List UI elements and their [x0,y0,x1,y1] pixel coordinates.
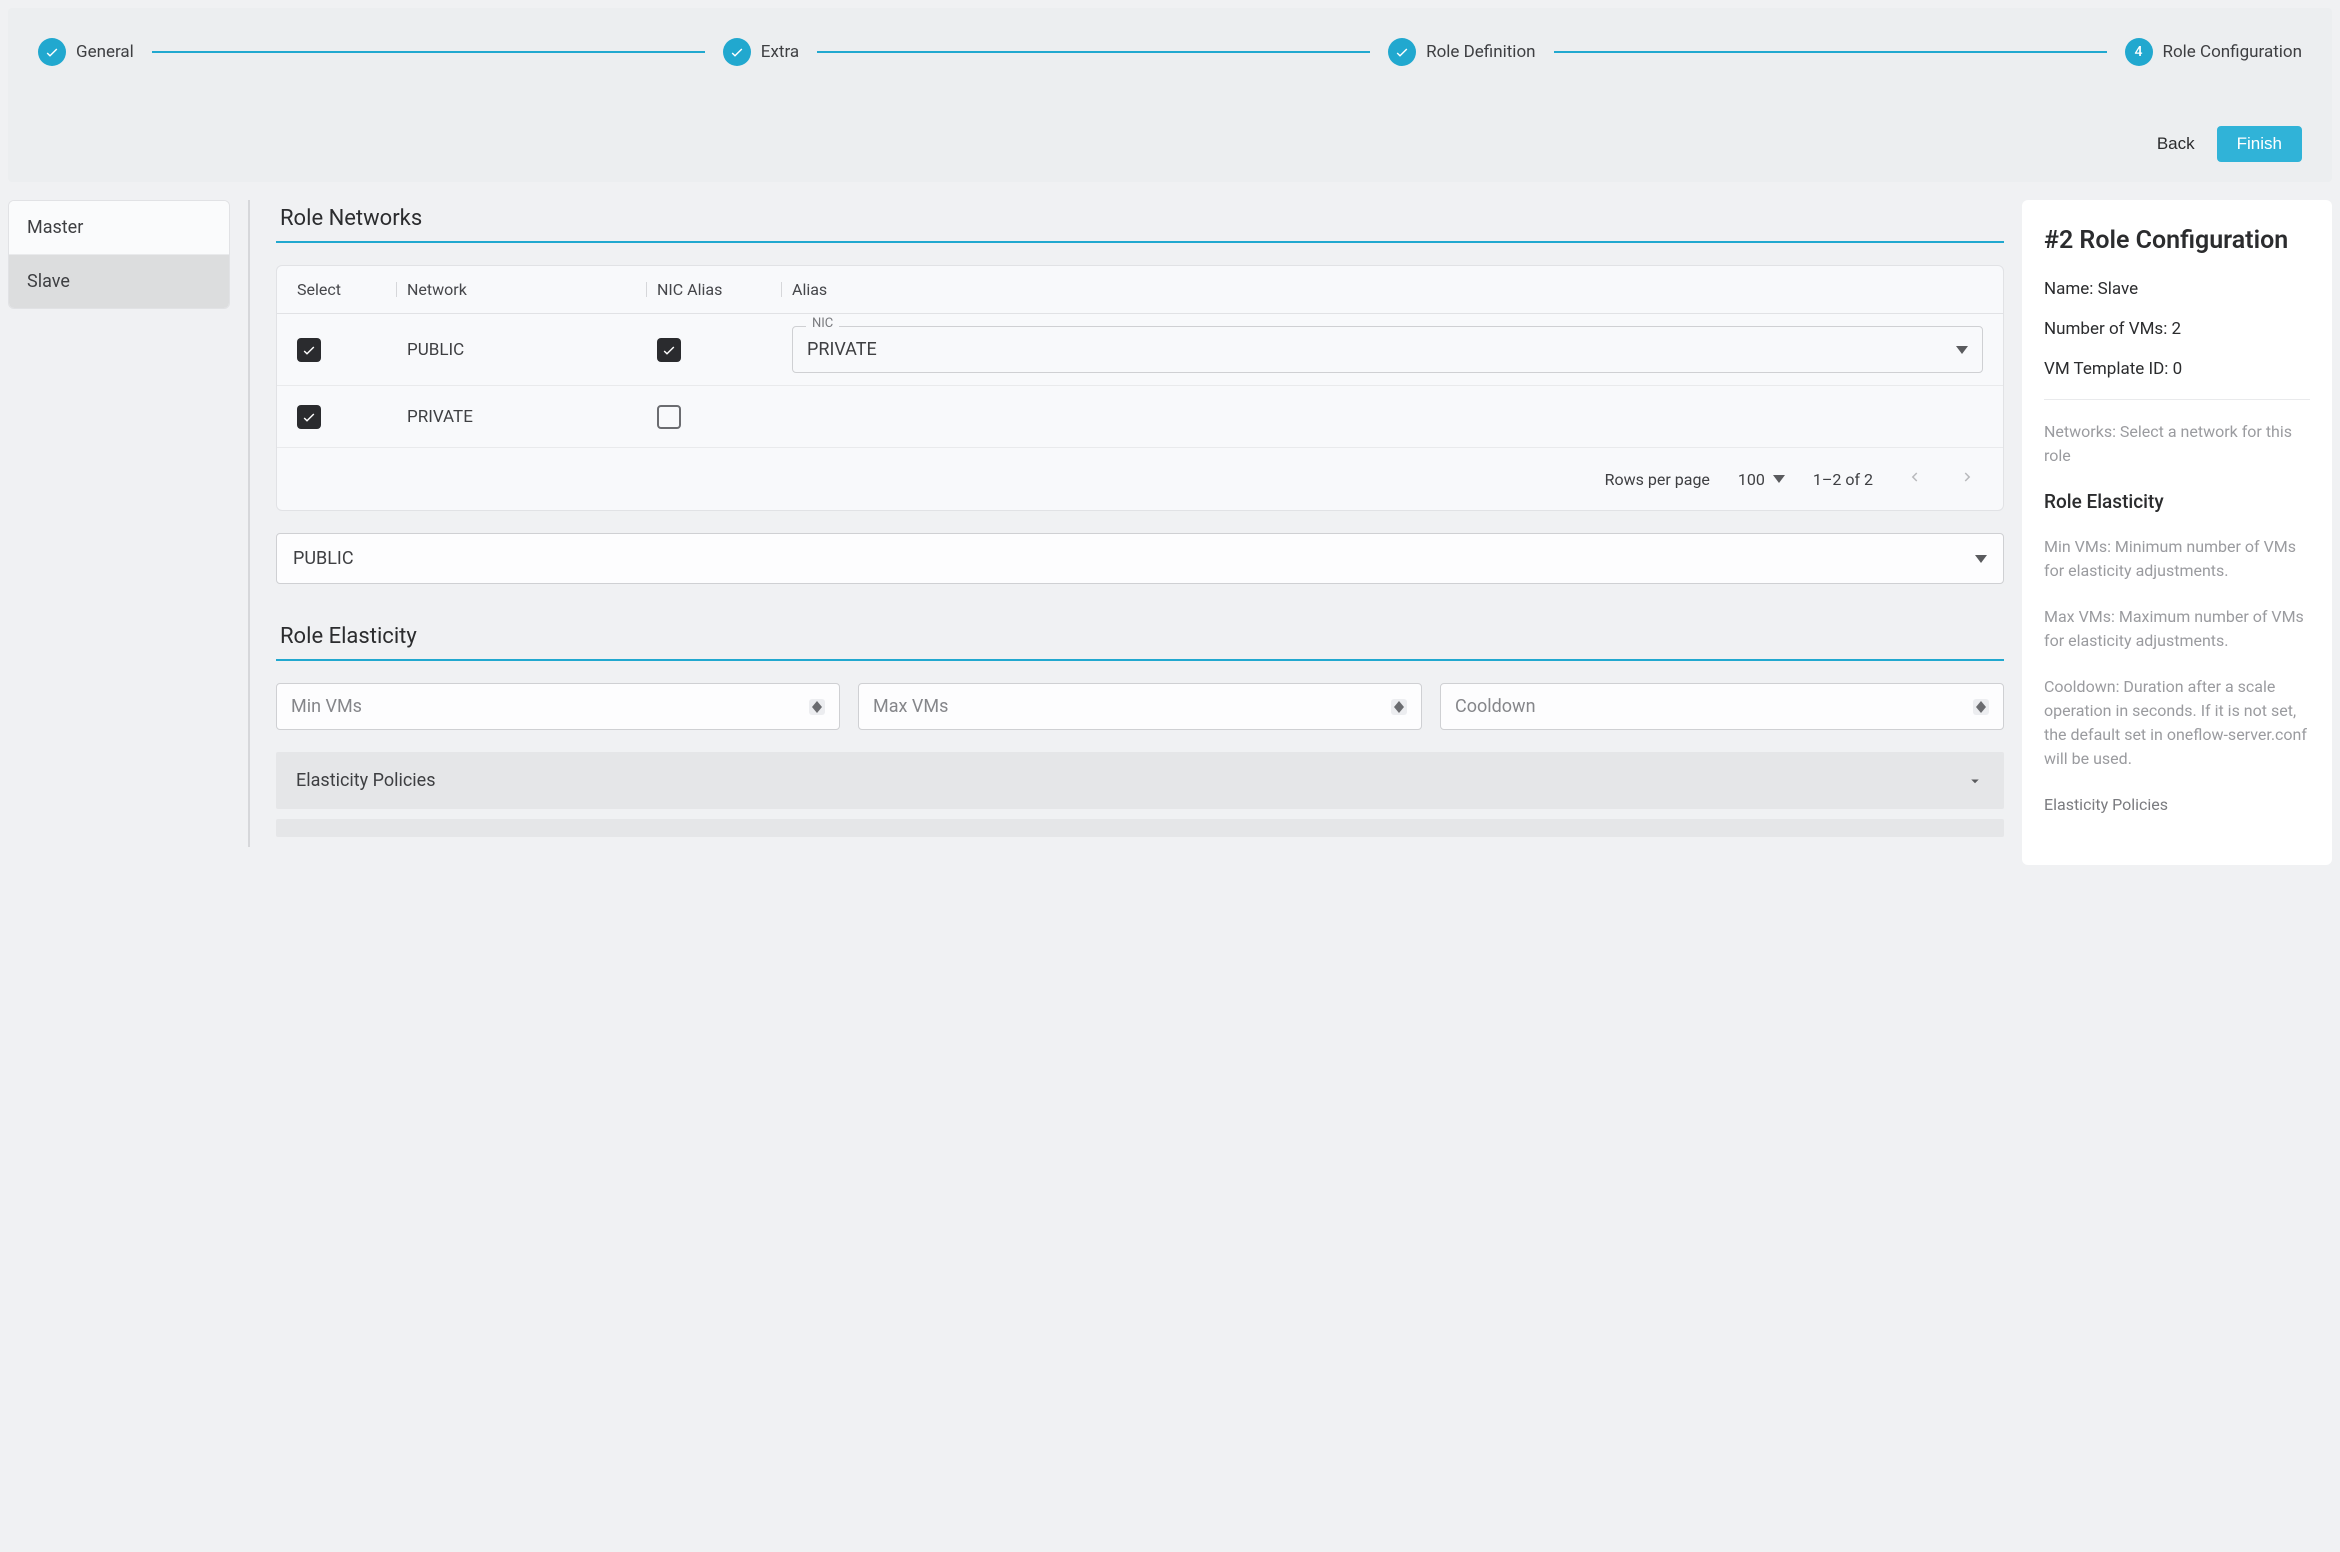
step-number: 4 [2125,38,2153,66]
min-vms-placeholder: Min VMs [291,696,362,717]
info-template-id: VM Template ID: 0 [2044,359,2310,379]
number-stepper-icon[interactable] [809,699,825,715]
pagination-range: 1–2 of 2 [1813,470,1873,489]
step-connector [817,51,1370,53]
rows-per-page-label: Rows per page [1605,470,1710,489]
info-name: Name: Slave [2044,279,2310,299]
table-row: PRIVATE [277,386,2003,448]
info-policies-label: Elasticity Policies [2044,793,2310,817]
cooldown-placeholder: Cooldown [1455,696,1536,717]
role-tab-slave[interactable]: Slave [9,255,229,308]
chevron-down-icon [1956,346,1968,354]
step-general[interactable]: General [38,38,134,66]
number-stepper-icon[interactable] [1391,699,1407,715]
network-name: PUBLIC [407,340,657,360]
stepper: General Extra Role Definition 4 Role Con… [28,38,2312,66]
step-connector [152,51,705,53]
rows-per-page-select[interactable]: 100 [1738,470,1785,489]
section-divider [276,241,2004,243]
table-row: PUBLIC NIC PRIVATE [277,314,2003,386]
step-label: Extra [761,42,799,62]
check-icon [1388,38,1416,66]
info-title: #2 Role Configuration [2044,226,2310,255]
elasticity-inputs: Min VMs Max VMs Cooldown [276,683,2004,730]
info-divider [2044,399,2310,400]
col-header-select: Select [297,280,407,299]
alias-value: PRIVATE [807,339,877,360]
select-checkbox[interactable] [297,338,321,362]
role-tabs: Master Slave [8,200,230,309]
col-header-nicalias: NIC Alias [657,280,792,299]
step-role-definition[interactable]: Role Definition [1388,38,1535,66]
table-footer: Rows per page 100 1–2 of 2 [277,448,2003,510]
step-extra[interactable]: Extra [723,38,799,66]
nic-alias-checkbox[interactable] [657,405,681,429]
check-icon [723,38,751,66]
alias-legend: NIC [806,316,839,331]
step-role-configuration[interactable]: 4 Role Configuration [2125,38,2302,66]
elasticity-policies-accordion[interactable]: Elasticity Policies [276,752,2004,809]
info-panel: #2 Role Configuration Name: Slave Number… [2022,200,2332,865]
table-header: Select Network NIC Alias Alias [277,266,2003,314]
col-header-network: Network [407,280,657,299]
select-checkbox[interactable] [297,405,321,429]
step-label: General [76,42,134,62]
check-icon [38,38,66,66]
accordion-label: Elasticity Policies [296,770,436,791]
info-max-vms-help: Max VMs: Maximum number of VMs for elast… [2044,605,2310,653]
info-elasticity-title: Role Elasticity [2044,490,2310,513]
section-title-elasticity: Role Elasticity [276,624,2004,649]
min-vms-input[interactable]: Min VMs [276,683,840,730]
chevron-down-icon [1966,772,1984,790]
network-main-value: PUBLIC [293,548,354,569]
content-column: Role Networks Select Network NIC Alias A… [248,200,2004,847]
chevron-down-icon [1975,555,1987,563]
alias-select[interactable]: PRIVATE [792,326,1983,373]
col-header-alias: Alias [792,280,1983,299]
cooldown-input[interactable]: Cooldown [1440,683,2004,730]
wizard-actions: Back Finish [28,126,2312,162]
max-vms-input[interactable]: Max VMs [858,683,1422,730]
info-min-vms-help: Min VMs: Minimum number of VMs for elast… [2044,535,2310,583]
max-vms-placeholder: Max VMs [873,696,948,717]
number-stepper-icon[interactable] [1973,699,1989,715]
role-tab-master[interactable]: Master [9,201,229,255]
step-label: Role Configuration [2163,42,2302,62]
finish-button[interactable]: Finish [2217,126,2302,162]
prev-page-button[interactable] [1901,464,1927,494]
step-label: Role Definition [1426,42,1535,62]
rows-per-page-value: 100 [1738,470,1765,489]
alias-select-wrap: NIC PRIVATE [792,326,1983,373]
main-layout: Master Slave Role Networks Select Networ… [0,190,2340,875]
info-num-vms: Number of VMs: 2 [2044,319,2310,339]
accordion-placeholder [276,819,2004,837]
info-cooldown-help: Cooldown: Duration after a scale operati… [2044,675,2310,771]
step-connector [1554,51,2107,53]
section-divider [276,659,2004,661]
network-name: PRIVATE [407,407,657,427]
chevron-down-icon [1773,475,1785,483]
info-networks-help: Networks: Select a network for this role [2044,420,2310,468]
section-title-networks: Role Networks [276,206,2004,231]
next-page-button[interactable] [1955,464,1981,494]
network-main-select[interactable]: PUBLIC [276,533,2004,584]
back-button[interactable]: Back [2153,126,2199,162]
nic-alias-checkbox[interactable] [657,338,681,362]
networks-table: Select Network NIC Alias Alias PUBLIC [276,265,2004,511]
wizard-header: General Extra Role Definition 4 Role Con… [8,8,2332,182]
